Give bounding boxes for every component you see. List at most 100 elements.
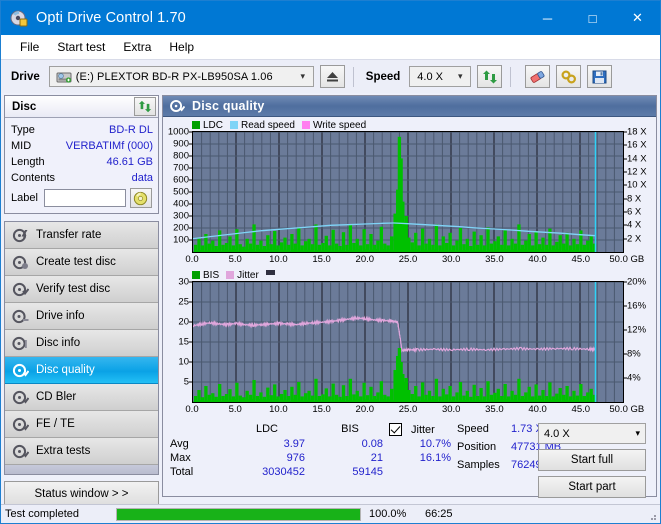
sidebar-item-disc-info[interactable]: Disc info	[5, 330, 158, 357]
start-part-button[interactable]: Start part	[538, 476, 646, 498]
y-tick-label: 300	[173, 210, 189, 222]
x-tick-label: 15.0	[312, 404, 331, 415]
y-tick-label: 25	[178, 296, 189, 308]
sidebar-item-disc-quality[interactable]: Disc quality	[5, 357, 158, 384]
disc-info-icon	[12, 336, 29, 351]
x-tick-label: 5.0	[228, 254, 242, 265]
charts-container: LDC Read speed Write speed 100 200 300 4…	[163, 117, 656, 417]
disc-quality-icon	[169, 99, 186, 113]
status-window-button[interactable]: Status window > >	[4, 481, 159, 506]
chevron-down-icon: ▾	[300, 71, 306, 81]
menu-help[interactable]: Help	[160, 38, 203, 56]
sidebar-item-transfer-rate[interactable]: Transfer rate	[5, 222, 158, 249]
results-row-avg-key: Avg	[170, 438, 189, 450]
sidebar-item-verify-test-disc[interactable]: Verify test disc	[5, 276, 158, 303]
legend-label-bis: BIS	[203, 269, 220, 281]
results-row-max-bis: 21	[370, 452, 383, 464]
disc-length-key: Length	[11, 156, 45, 168]
bis-chart-y-axis-left: 5 10 15 20 25 30	[165, 277, 192, 403]
x-tick-label: 45.0	[571, 254, 591, 265]
disc-label-button[interactable]	[129, 188, 152, 208]
drive-toolbar: Drive (E:) PLEXTOR BD-R PX-LB950SA 1.06 …	[1, 59, 660, 93]
results-row-total-ldc: 3030452	[262, 466, 305, 478]
results-row-total-jitter	[389, 466, 457, 478]
sidebar-item-drive-info[interactable]: Drive info	[5, 303, 158, 330]
progress-bar	[116, 507, 361, 521]
disc-length-value: 46.61 GB	[106, 156, 153, 168]
test-speed-select[interactable]: 4.0 X ▾	[538, 423, 646, 444]
y2-tick-label: 12%	[627, 324, 647, 336]
results-row-avg-ldc: 3.97	[283, 438, 305, 450]
results-col-ldc: LDC	[255, 423, 278, 435]
status-bar: Test completed 100.0% 66:25	[1, 504, 660, 523]
drive-select[interactable]: (E:) PLEXTOR BD-R PX-LB950SA 1.06 ▾	[48, 66, 314, 87]
ldc-chart-y-axis-right: 2 X 4 X6 X8 X 10 X 12 X 14 X 16 X 18 X	[624, 127, 654, 253]
disc-contents-key: Contents	[11, 172, 56, 184]
elapsed-time: 66:25	[425, 508, 453, 520]
ldc-chart-legend: LDC Read speed Write speed	[165, 119, 654, 131]
disc-type-value: BD-R DL	[108, 124, 153, 136]
x-tick-label: 50.0 GB	[609, 254, 645, 265]
sidebar-item-create-test-disc[interactable]: Create test disc	[5, 249, 158, 276]
sidebar-item-cd-bler[interactable]: CD Bler	[5, 384, 158, 411]
y-tick-label: 15	[178, 336, 189, 348]
legend-jitter: Jitter	[226, 270, 259, 281]
menu-start-test[interactable]: Start test	[48, 38, 114, 56]
resize-grip[interactable]	[647, 511, 657, 521]
results-table: LDC BIS Jitter Avg 3.97 0.08 10.7% Max 9…	[167, 423, 457, 492]
cd-bler-icon	[12, 390, 30, 405]
disc-refresh-button[interactable]	[134, 97, 156, 116]
disc-panel-title: Disc	[12, 100, 37, 113]
title-bar: Opti Drive Control 1.70 ─ □ ✕	[1, 1, 660, 35]
bis-chart-legend: BIS Jitter	[165, 269, 654, 281]
bis-jitter-chart-block: BIS Jitter 5 10 15 20 25 30 4% 8% 12% 16…	[165, 269, 654, 417]
sidebar-item-extra-tests[interactable]: Extra tests	[5, 438, 158, 465]
y-tick-label: 100	[173, 234, 189, 246]
x-tick-label: 5.0	[228, 404, 242, 415]
y2-tick-label: 4%	[627, 372, 641, 384]
disc-label-input[interactable]	[43, 189, 126, 207]
start-full-button[interactable]: Start full	[538, 449, 646, 471]
y2-tick-label: 10 X	[627, 179, 647, 191]
x-tick-label: 35.0	[485, 404, 504, 415]
sidebar-item-label: Create test disc	[36, 256, 116, 268]
legend-swatch-ldc	[192, 121, 200, 129]
test-speed-value: 4.0 X	[544, 427, 570, 440]
chevron-down-icon: ▾	[635, 428, 640, 438]
eject-button[interactable]	[319, 65, 345, 88]
bis-chart-plot	[192, 281, 624, 403]
app-icon	[10, 9, 28, 27]
minimize-button[interactable]: ─	[525, 1, 570, 35]
speed-select[interactable]: 4.0 X ▾	[409, 66, 472, 87]
y-tick-label: 800	[173, 150, 189, 162]
disc-speed-icon	[12, 228, 29, 243]
maximize-button[interactable]: □	[570, 1, 615, 35]
disc-properties: Type BD-R DL MID VERBATIMf (000) Length …	[5, 118, 158, 213]
x-tick-label: 25.0	[398, 254, 418, 265]
x-tick-label: 15.0	[312, 254, 331, 265]
disc-label-row: Label	[11, 188, 153, 208]
save-button[interactable]	[587, 65, 613, 88]
menu-extra[interactable]: Extra	[114, 38, 160, 56]
x-tick-label: 50.0 GB	[609, 404, 645, 415]
erase-button[interactable]	[525, 65, 551, 88]
disc-mid-key: MID	[11, 140, 32, 152]
y2-tick-label: 4 X	[627, 219, 642, 231]
panel-header: Disc quality	[163, 96, 656, 117]
x-tick-label: 40.0	[528, 254, 547, 265]
refresh-icon	[138, 100, 152, 113]
disc-icon	[134, 191, 148, 205]
drive-select-value: (E:) PLEXTOR BD-R PX-LB950SA 1.06	[75, 70, 273, 83]
x-tick-label: 20.0	[355, 254, 375, 265]
jitter-checkbox[interactable]	[389, 423, 402, 436]
tools-button[interactable]	[556, 65, 582, 88]
sidebar-item-label: Disc quality	[36, 364, 95, 376]
close-button[interactable]: ✕	[615, 1, 660, 35]
results-row-total-bis: 59145	[352, 466, 383, 478]
legend-label-jitter: Jitter	[237, 269, 259, 281]
sidebar-item-fe-te[interactable]: FE / TE	[5, 411, 158, 438]
run-controls: 4.0 X ▾ Start full Start part	[538, 423, 646, 498]
eject-icon	[326, 72, 338, 82]
menu-file[interactable]: File	[11, 38, 48, 56]
refresh-drive-button[interactable]	[477, 65, 503, 88]
